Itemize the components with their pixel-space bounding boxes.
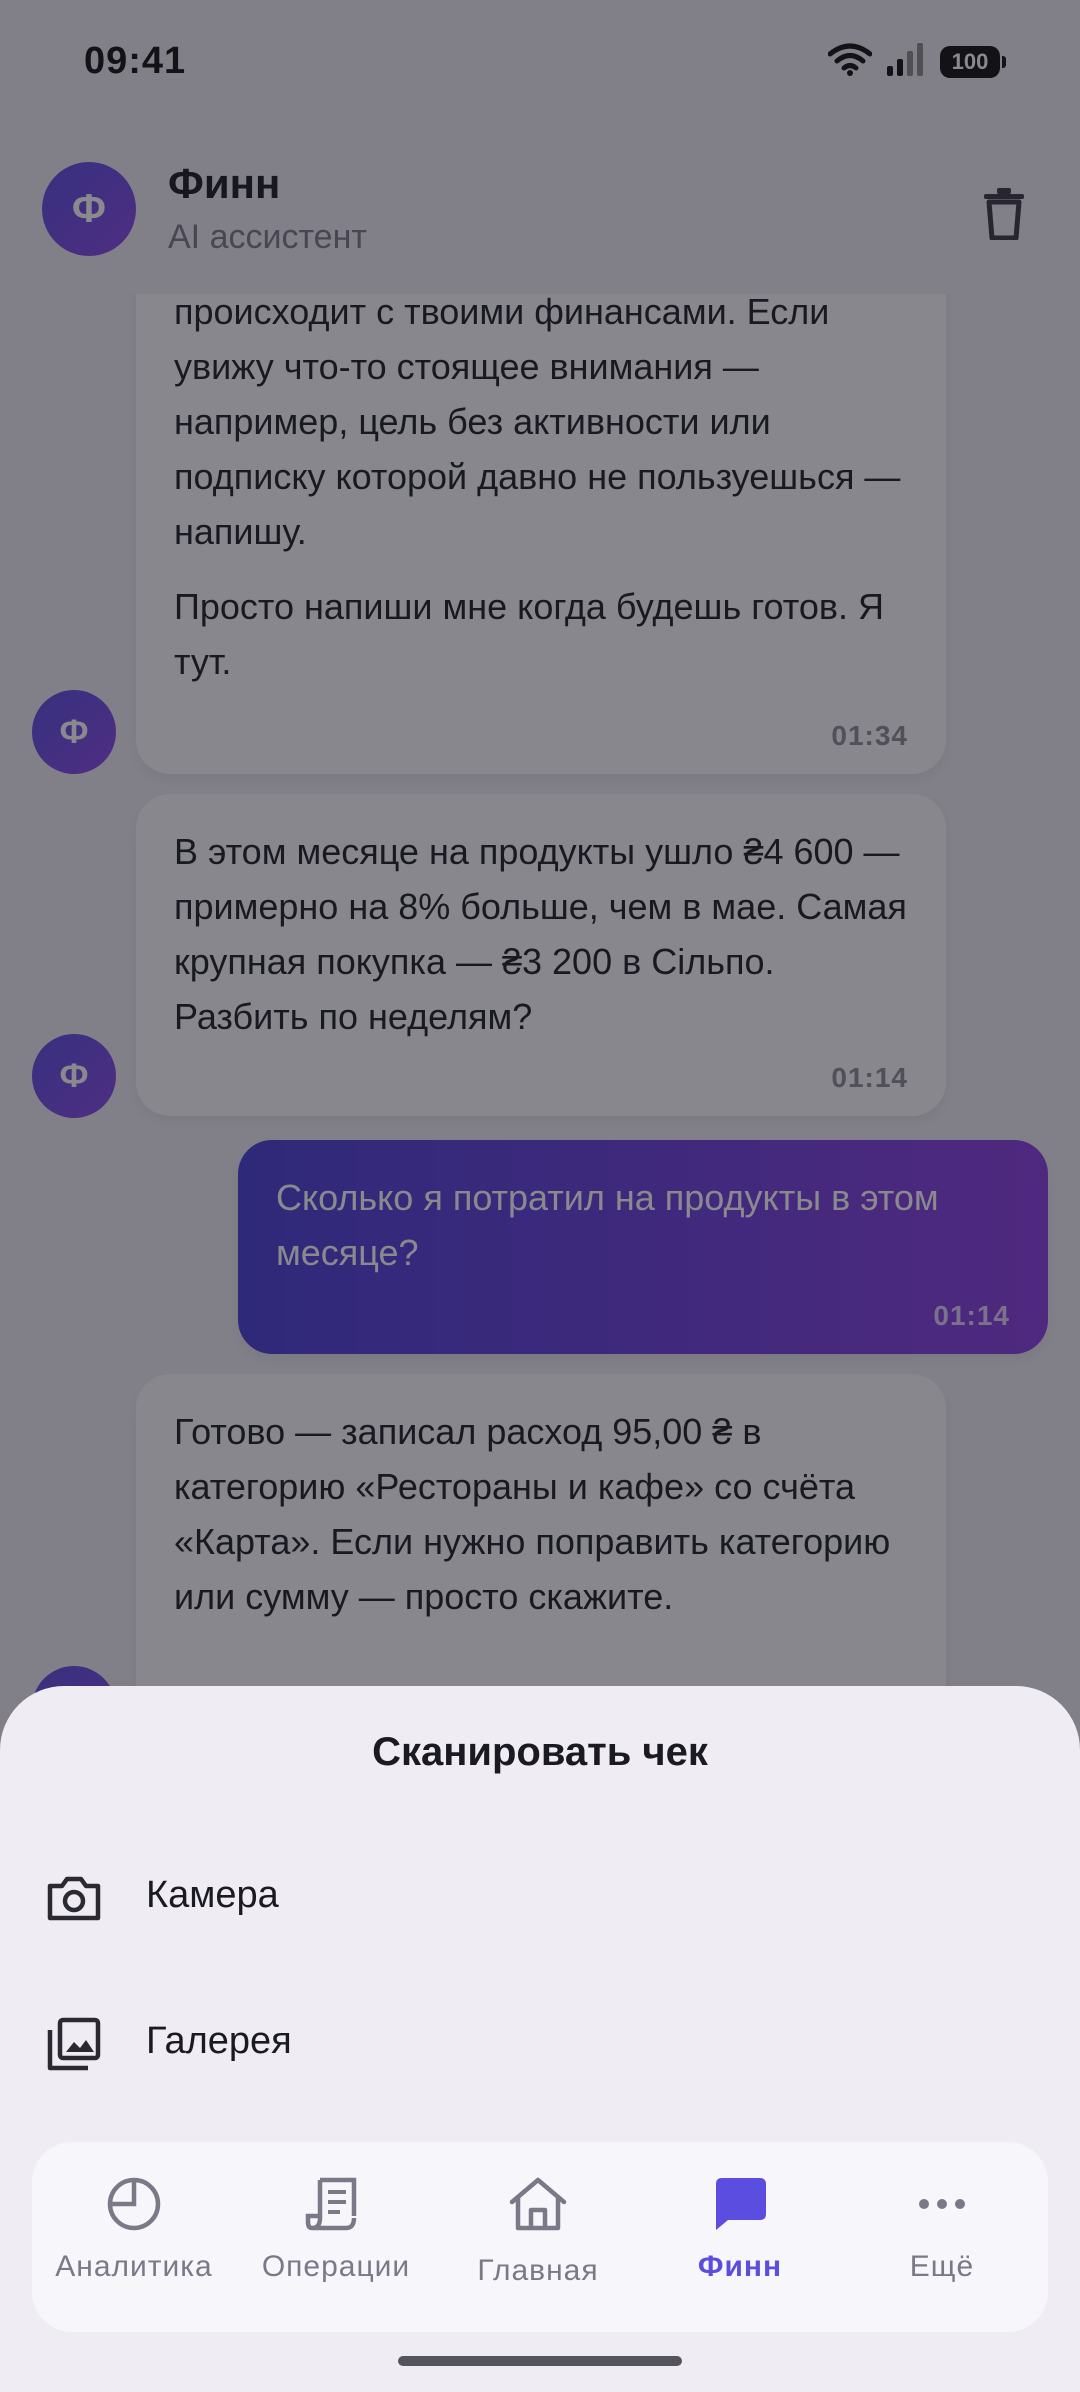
- more-icon: [919, 2199, 965, 2209]
- chat-screen: 09:41 100 Ф Фи: [0, 0, 1080, 2392]
- tab-label: Финн: [697, 2250, 783, 2283]
- bottom-navigation: Аналитика Операции Главная Финн Ещё: [32, 2142, 1048, 2332]
- camera-icon: [47, 1876, 101, 1921]
- home-icon: [509, 2177, 567, 2231]
- tab-more[interactable]: Ещё: [842, 2172, 1042, 2284]
- sheet-title: Сканировать чек: [372, 1730, 708, 1774]
- tab-label: Ещё: [909, 2250, 975, 2283]
- tab-home[interactable]: Главная: [438, 2172, 638, 2288]
- pie-chart-icon: [107, 2177, 161, 2231]
- tab-analytics[interactable]: Аналитика: [34, 2172, 234, 2284]
- camera-label: Камера: [146, 1874, 279, 1916]
- tab-label: Операции: [261, 2250, 411, 2283]
- gallery-option[interactable]: Галерея: [0, 1984, 1080, 2104]
- tab-label: Аналитика: [55, 2250, 213, 2283]
- tab-label: Главная: [477, 2254, 599, 2287]
- camera-option[interactable]: Камера: [0, 1838, 1080, 1958]
- receipt-icon: [305, 2177, 357, 2231]
- home-indicator: [398, 2356, 682, 2366]
- tab-operations[interactable]: Операции: [236, 2172, 436, 2284]
- gallery-icon: [47, 2017, 101, 2071]
- tab-finn[interactable]: Финн: [640, 2172, 840, 2284]
- gallery-label: Галерея: [146, 2020, 292, 2062]
- chat-icon: [716, 2178, 766, 2230]
